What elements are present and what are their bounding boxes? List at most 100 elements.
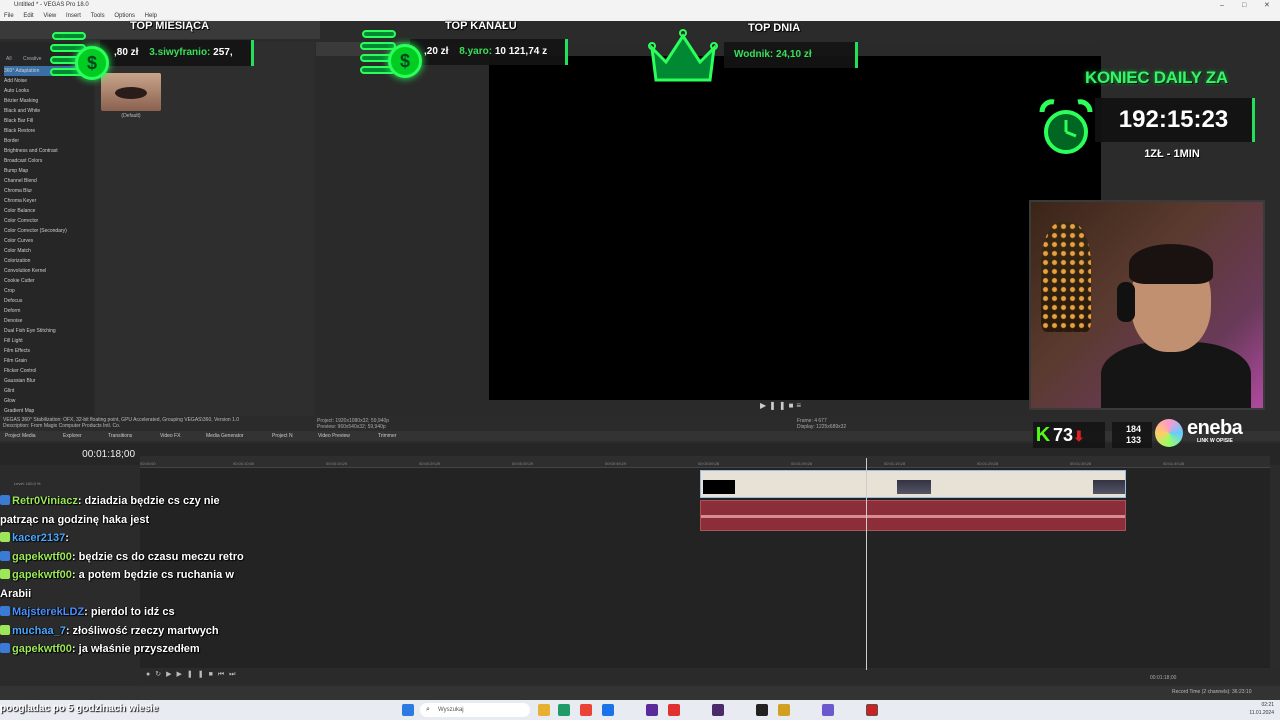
play-icon[interactable]: ▶ <box>166 671 176 678</box>
fx-list-item[interactable]: Film Grain <box>4 356 92 366</box>
menu-icon[interactable]: ≡ <box>796 401 804 410</box>
record-icon[interactable]: ● <box>146 671 155 678</box>
fx-list-item[interactable]: Brightness and Contrast <box>4 146 92 156</box>
menu-insert[interactable]: Insert <box>66 13 81 19</box>
top-channel-left-amount: ,20 zł <box>424 46 449 57</box>
top-channel-box: ,20 zł 8.yaro: 10 121,74 z <box>410 39 568 65</box>
fx-list-item[interactable]: Fill Light <box>4 336 92 346</box>
fx-list-item[interactable]: Bump Map <box>4 166 92 176</box>
tab-project-notes[interactable]: Project N <box>272 431 293 441</box>
app-icon[interactable] <box>712 704 724 716</box>
fx-list-item[interactable]: Glint <box>4 386 92 396</box>
fx-list-item[interactable]: Defocus <box>4 296 92 306</box>
playhead[interactable] <box>866 458 867 678</box>
badge-icon <box>0 532 10 542</box>
fx-list-item[interactable]: Crop <box>4 286 92 296</box>
stop-icon[interactable]: ■ <box>209 671 218 678</box>
fx-list-item[interactable]: Black and White <box>4 106 92 116</box>
tab-media-generator[interactable]: Media Generator <box>206 431 244 441</box>
chrome-icon[interactable] <box>580 704 592 716</box>
menu-view[interactable]: View <box>43 13 56 19</box>
opera-icon[interactable] <box>668 704 680 716</box>
fx-list-item[interactable]: Black Bar Fill <box>4 116 92 126</box>
chat-username: gapekwtf00 <box>12 550 72 563</box>
next-icon[interactable]: ⏭ <box>229 671 240 678</box>
fx-tab-creative[interactable]: Creative <box>23 56 42 62</box>
maximize-icon[interactable]: □ <box>1242 0 1246 11</box>
fx-preset-thumbnail[interactable] <box>101 73 161 111</box>
edge-icon[interactable] <box>558 704 570 716</box>
track-area[interactable] <box>140 468 1270 668</box>
menu-edit[interactable]: Edit <box>23 13 33 19</box>
top-channel-title: TOP KANAŁU <box>445 20 517 32</box>
video-clip[interactable] <box>700 470 1126 498</box>
fx-list-item[interactable]: Black Restore <box>4 126 92 136</box>
play-icon[interactable]: ▶ <box>760 401 769 410</box>
tray-date: 11.01.2024 <box>1249 710 1274 716</box>
file-explorer-icon[interactable] <box>538 704 550 716</box>
minimize-icon[interactable]: – <box>1220 0 1224 11</box>
fx-list-item[interactable]: Color Corrector (Secondary) <box>4 226 92 236</box>
fx-list-item[interactable]: Chroma Blur <box>4 186 92 196</box>
webcam-feed <box>1029 200 1265 410</box>
fx-list-item[interactable]: Auto Looks <box>4 86 92 96</box>
preview-transport[interactable]: ▶❚❚■≡ <box>760 401 840 415</box>
fx-list-item[interactable]: Color Corrector <box>4 216 92 226</box>
fx-list-item[interactable]: Add Noise <box>4 76 92 86</box>
fx-list-item[interactable]: Broadcast Colors <box>4 156 92 166</box>
loop-icon[interactable]: ↻ <box>155 671 166 678</box>
tab-project-media[interactable]: Project Media <box>5 431 36 441</box>
system-tray[interactable]: 02:21 11.01.2024 <box>1185 701 1280 719</box>
timeline-ruler[interactable]: 00:00:00 00:00:10;00 00:00:19;29 00:00:29;2… <box>140 456 1270 468</box>
fx-list-item[interactable]: Cookie Cutter <box>4 276 92 286</box>
chat-text: : złośliwość rzeczy martwych <box>65 624 219 637</box>
fx-list-item[interactable]: Border <box>4 136 92 146</box>
discord-icon[interactable] <box>822 704 834 716</box>
tab-explorer[interactable]: Explorer <box>63 431 82 441</box>
fx-list-item[interactable]: Color Curves <box>4 236 92 246</box>
vegas-icon[interactable] <box>866 704 878 716</box>
fx-list-item[interactable]: Gradient Map <box>4 406 92 416</box>
windows-start-icon[interactable] <box>402 704 414 716</box>
tray-time: 02:21 <box>1261 702 1274 708</box>
fx-list-item[interactable]: Color Match <box>4 246 92 256</box>
fx-list-item[interactable]: Deform <box>4 306 92 316</box>
fx-list-item[interactable]: Gaussian Blur <box>4 376 92 386</box>
fx-tab-all[interactable]: All <box>6 56 12 62</box>
pause-icon[interactable]: ❚❚ <box>769 401 788 410</box>
fx-list-item[interactable]: Flicker Control <box>4 366 92 376</box>
fx-list-item[interactable]: Chroma Keyer <box>4 196 92 206</box>
obs-icon[interactable] <box>756 704 768 716</box>
fx-list-item[interactable]: Denoise <box>4 316 92 326</box>
dollar-coin-icon: $ <box>75 46 109 80</box>
taskbar-search[interactable]: ⌕ Wyszukaj <box>420 703 530 717</box>
fx-list-item[interactable]: Dual Fish Eye Stitching <box>4 326 92 336</box>
fx-list-item[interactable]: Bézier Masking <box>4 96 92 106</box>
fx-list-item[interactable]: Glow <box>4 396 92 406</box>
menu-file[interactable]: File <box>4 13 14 19</box>
tab-trimmer[interactable]: Trimmer <box>378 431 396 441</box>
tab-video-preview[interactable]: Video Preview <box>318 431 350 441</box>
menu-help[interactable]: Help <box>145 13 157 19</box>
badge-icon <box>0 606 10 616</box>
audio-clip[interactable] <box>700 500 1126 531</box>
tab-video-fx[interactable]: Video FX <box>160 431 180 441</box>
pause-icon[interactable]: ❚❚ <box>187 671 209 678</box>
menu-options[interactable]: Options <box>114 13 135 19</box>
vscode-icon[interactable] <box>646 704 658 716</box>
viewers-b: 133 <box>1126 435 1142 445</box>
fx-list-item[interactable]: Film Effects <box>4 346 92 356</box>
fx-list-item[interactable]: Color Balance <box>4 206 92 216</box>
fx-list-item[interactable]: Channel Blend <box>4 176 92 186</box>
close-icon[interactable]: ✕ <box>1264 0 1270 11</box>
app-icon[interactable] <box>778 704 790 716</box>
fx-list-item[interactable]: Colorization <box>4 256 92 266</box>
timeline-transport-toolbar[interactable]: ●↻▶▶❚❚■⏮⏭ <box>140 670 1280 684</box>
play-start-icon[interactable]: ▶ <box>177 671 187 678</box>
store-icon[interactable] <box>602 704 614 716</box>
tab-transitions[interactable]: Transitions <box>108 431 132 441</box>
window-title: Untitled * - VEGAS Pro 18.0 <box>14 2 89 8</box>
prev-icon[interactable]: ⏮ <box>218 671 229 678</box>
fx-list-item[interactable]: Convolution Kernel <box>4 266 92 276</box>
menu-tools[interactable]: Tools <box>91 13 105 19</box>
